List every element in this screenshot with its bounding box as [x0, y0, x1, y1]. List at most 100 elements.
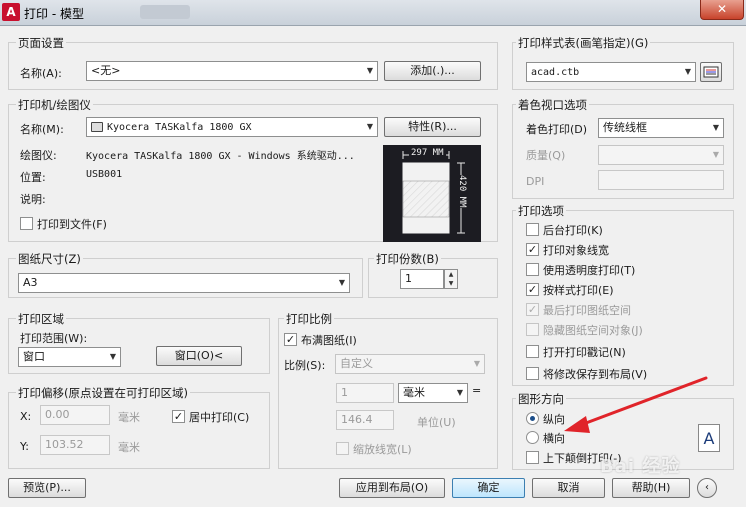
quality-label: 质量(Q): [526, 149, 566, 162]
offset-x-label: X:: [20, 410, 32, 423]
plot-option-checkbox[interactable]: [526, 323, 539, 336]
scale-value: 自定义: [340, 357, 373, 370]
preview-height-label: 420 MM: [455, 175, 467, 208]
offset-x-unit: 毫米: [118, 411, 140, 424]
title-bar: [0, 0, 746, 26]
plot-option-checkbox[interactable]: [526, 345, 539, 358]
copies-title: 打印份数(B): [374, 251, 441, 267]
scale-lineweights-checkbox[interactable]: [336, 442, 349, 455]
chevron-down-icon: ▼: [338, 278, 345, 287]
background-plot-label: 后台打印(K): [543, 224, 603, 237]
fit-to-paper-label: 布满图纸(I): [301, 334, 357, 347]
landscape-radio[interactable]: [526, 431, 539, 444]
scale-value2-input[interactable]: 146.4: [336, 410, 394, 430]
chevron-down-icon: ▼: [712, 123, 719, 132]
plot-range-label: 打印范围(W):: [20, 332, 88, 345]
plot-lineweights-label: 打印对象线宽: [543, 244, 609, 257]
shaded-viewport-title: 着色视口选项: [516, 97, 589, 113]
printer-name-value: Kyocera TASKalfa 1800 GX: [107, 122, 252, 133]
scale-equals-sign: =: [472, 384, 482, 397]
plot-style-edit-icon: [703, 66, 719, 78]
printer-name-label: 名称(M):: [20, 123, 64, 136]
scale-label: 比例(S):: [284, 359, 326, 372]
plot-option-checkbox[interactable]: [526, 223, 539, 236]
window-pick-button[interactable]: 窗口(O)<: [156, 346, 242, 366]
scale-value1-input[interactable]: 1: [336, 383, 394, 403]
annotation-arrow: [564, 376, 708, 433]
plot-option-checkbox[interactable]: [526, 367, 539, 380]
plot-range-select[interactable]: 窗口 ▼: [18, 347, 121, 367]
chevron-down-icon: ▼: [366, 122, 373, 131]
watermark: Bai 经验: [600, 456, 681, 477]
plot-option-checkbox[interactable]: ✓: [526, 243, 539, 256]
copies-input[interactable]: 1: [400, 269, 444, 289]
window-title: 打印 - 模型: [24, 7, 84, 21]
paper-size-select[interactable]: A3 ▼: [18, 273, 350, 293]
chevron-left-icon: ‹: [705, 482, 709, 493]
add-page-setup-button[interactable]: 添加(.)...: [384, 61, 481, 81]
plot-option-checkbox[interactable]: ✓: [526, 303, 539, 316]
edit-plot-style-button[interactable]: [700, 62, 722, 82]
hide-paperspace-objects-label: 隐藏图纸空间对象(J): [543, 324, 643, 337]
plot-offset-title: 打印偏移(原点设置在可打印区域): [16, 385, 190, 401]
scale-select[interactable]: 自定义 ▼: [335, 354, 485, 374]
plot-with-styles-label: 按样式打印(E): [543, 284, 614, 297]
dpi-input[interactable]: [598, 170, 724, 190]
location-value: USB001: [86, 169, 123, 180]
quality-select[interactable]: ▼: [598, 145, 724, 165]
plot-style-select[interactable]: acad.ctb ▼: [526, 62, 696, 82]
shade-plot-select[interactable]: 传统线框 ▼: [598, 118, 724, 138]
preview-button[interactable]: 预览(P)...: [8, 478, 86, 498]
plot-option-checkbox[interactable]: [526, 263, 539, 276]
chevron-down-icon: ▼: [109, 352, 116, 361]
scale-unit-label: 单位(U): [417, 416, 456, 429]
plot-paperspace-last-label: 最后打印图纸空间: [543, 304, 631, 317]
title-blur: [140, 5, 190, 19]
copies-spinner[interactable]: ▲ ▼: [444, 269, 458, 289]
offset-y-label: Y:: [20, 440, 29, 453]
plot-scale-title: 打印比例: [284, 311, 334, 327]
printer-properties-button[interactable]: 特性(R)...: [384, 117, 481, 137]
plot-options-title: 打印选项: [516, 203, 566, 219]
chevron-down-icon: ▼: [366, 66, 373, 75]
preview-width-label: 297 MM: [409, 148, 446, 158]
plot-range-value: 窗口: [23, 350, 45, 363]
printer-name-select[interactable]: Kyocera TASKalfa 1800 GX ▼: [86, 117, 378, 137]
upside-down-checkbox[interactable]: [526, 451, 539, 464]
cancel-button[interactable]: 取消: [532, 478, 605, 498]
page-setup-title: 页面设置: [16, 35, 66, 51]
print-to-file-checkbox[interactable]: [20, 217, 33, 230]
plot-style-title: 打印样式表(画笔指定)(G): [516, 35, 651, 51]
help-button[interactable]: 帮助(H): [612, 478, 690, 498]
paper-preview: 297 MM 420 MM: [383, 145, 481, 242]
portrait-radio[interactable]: [526, 412, 539, 425]
chevron-down-icon: ▼: [473, 359, 480, 368]
dpi-label: DPI: [526, 175, 545, 188]
page-setup-name-value: <无>: [91, 64, 121, 77]
plotter-value: Kyocera TASKalfa 1800 GX - Windows 系统驱动.…: [86, 151, 355, 162]
chevron-down-icon: ▼: [456, 388, 463, 397]
description-label: 说明:: [20, 193, 46, 206]
plot-stamp-label: 打开打印戳记(N): [543, 346, 626, 359]
scale-unit-value: 毫米: [403, 386, 425, 399]
print-to-file-label: 打印到文件(F): [37, 218, 107, 231]
center-plot-checkbox[interactable]: ✓: [172, 410, 185, 423]
page-setup-name-select[interactable]: <无> ▼: [86, 61, 378, 81]
scale-unit-select[interactable]: 毫米 ▼: [398, 383, 468, 403]
plotter-label: 绘图仪:: [20, 149, 57, 162]
expand-collapse-button[interactable]: ‹: [697, 478, 717, 498]
offset-y-unit: 毫米: [118, 441, 140, 454]
center-plot-label: 居中打印(C): [189, 411, 250, 424]
fit-to-paper-checkbox[interactable]: ✓: [284, 333, 297, 346]
plot-option-checkbox[interactable]: ✓: [526, 283, 539, 296]
plot-offset-group: [8, 392, 270, 469]
offset-y-input[interactable]: 103.52: [40, 435, 110, 455]
close-button[interactable]: ✕: [700, 0, 744, 20]
apply-to-layout-button[interactable]: 应用到布局(O): [339, 478, 445, 498]
ok-button[interactable]: 确定: [452, 478, 525, 498]
chevron-down-icon: ▼: [712, 150, 719, 159]
shade-plot-label: 着色打印(D): [526, 123, 588, 136]
paper-size-title: 图纸尺寸(Z): [16, 251, 83, 267]
scale-lineweights-label: 缩放线宽(L): [353, 443, 412, 456]
offset-x-input[interactable]: 0.00: [40, 405, 110, 425]
